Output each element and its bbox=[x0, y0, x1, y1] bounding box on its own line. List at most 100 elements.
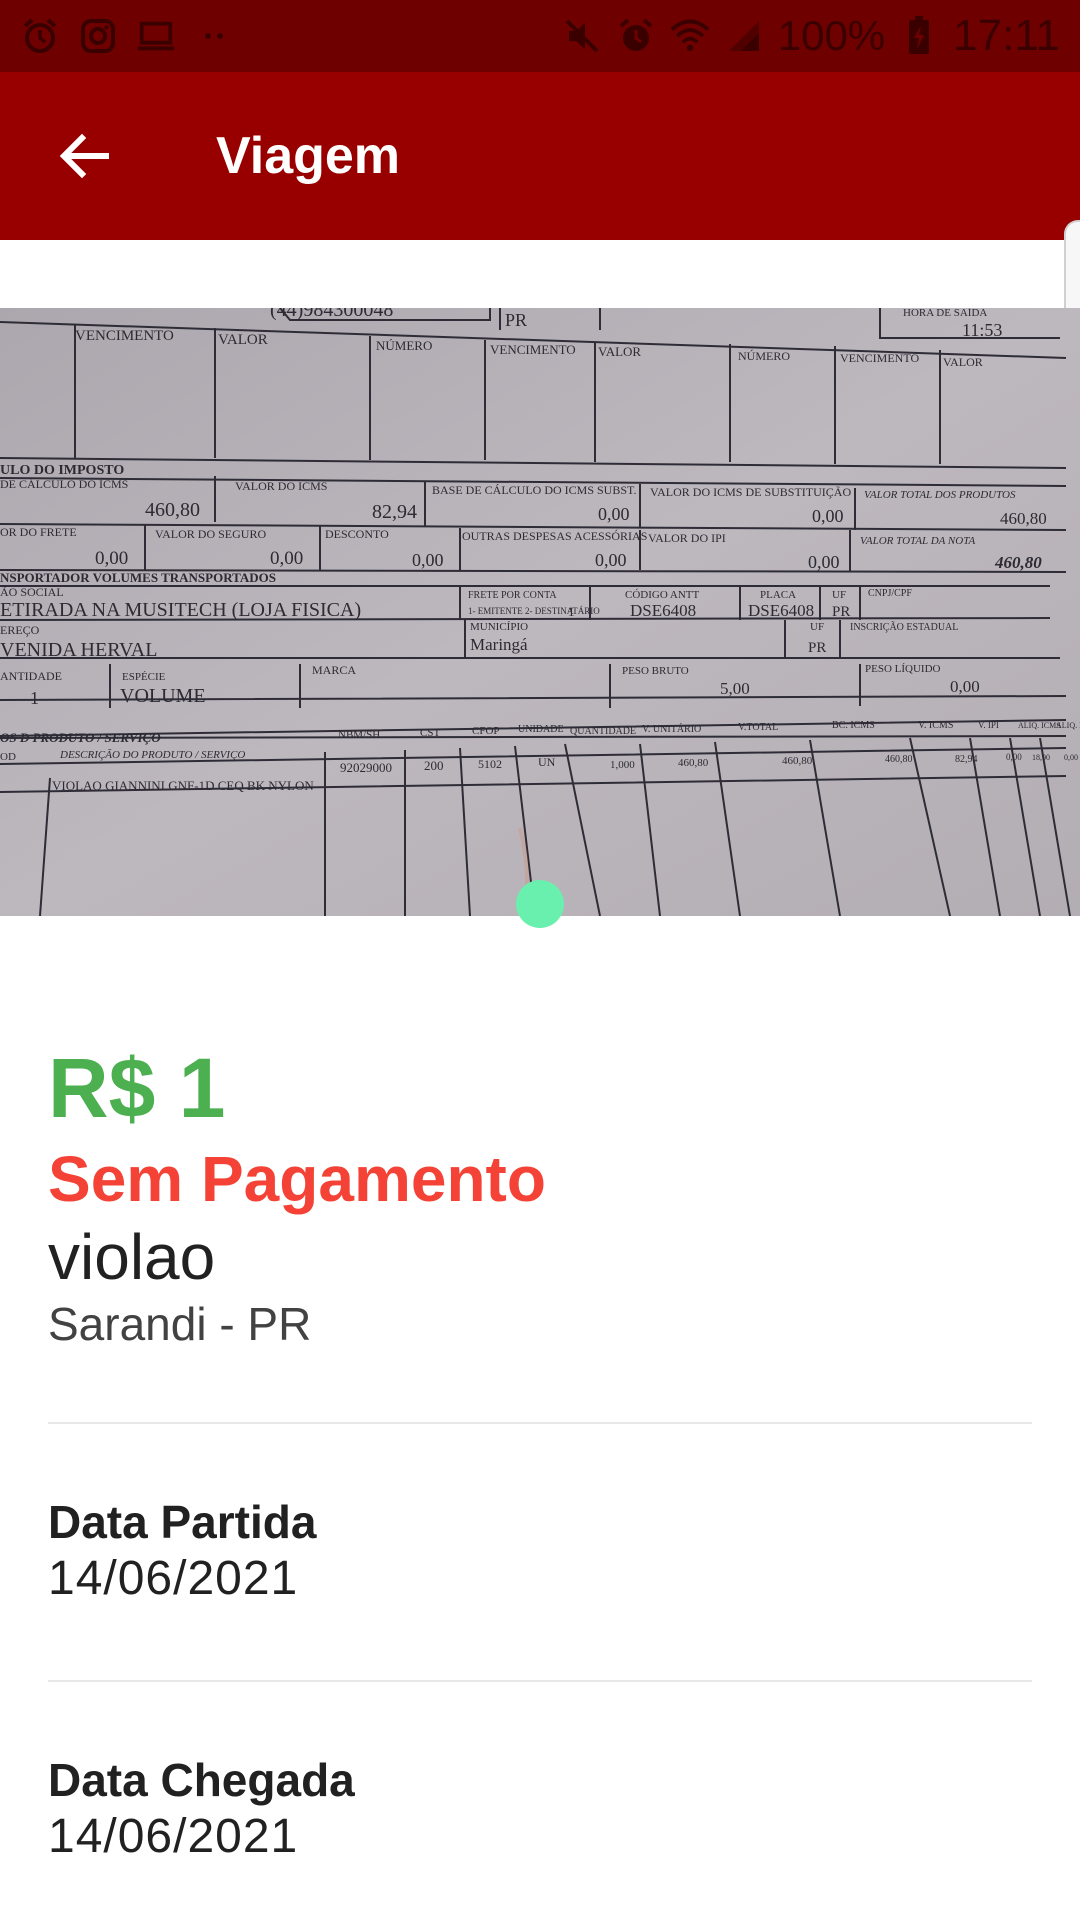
svg-text:11:53: 11:53 bbox=[962, 320, 1002, 340]
svg-text:VENIDA HERVAL: VENIDA HERVAL bbox=[0, 639, 157, 661]
svg-text:0,00: 0,00 bbox=[412, 550, 444, 570]
arrival-date-value: 14/06/2021 bbox=[48, 1810, 299, 1863]
arrival-date-label: Data Chegada bbox=[48, 1754, 355, 1806]
svg-text:V.TOTAL: V.TOTAL bbox=[738, 722, 778, 733]
svg-text:460,80: 460,80 bbox=[885, 754, 913, 765]
svg-text:ETIRADA NA MUSITECH (LOJA FISI: ETIRADA NA MUSITECH (LOJA FISICA) bbox=[0, 599, 361, 621]
svg-text:VENCIMENTO: VENCIMENTO bbox=[75, 328, 174, 344]
svg-text:CÓDIGO ANTT: CÓDIGO ANTT bbox=[625, 589, 700, 601]
svg-text:0,00: 0,00 bbox=[812, 506, 844, 526]
svg-text:0,00: 0,00 bbox=[270, 548, 303, 569]
carousel-page-indicator[interactable] bbox=[516, 880, 564, 928]
alarm-icon bbox=[616, 16, 656, 56]
status-bar: 100% 17:11 bbox=[0, 0, 1080, 72]
svg-text:EREÇO: EREÇO bbox=[0, 623, 40, 637]
svg-text:0,00: 0,00 bbox=[950, 677, 980, 696]
arrow-back-icon bbox=[59, 133, 109, 179]
svg-text:ANTIDADE: ANTIDADE bbox=[0, 669, 62, 683]
svg-text:0,00: 0,00 bbox=[598, 504, 630, 524]
svg-text:460,80: 460,80 bbox=[145, 499, 200, 521]
svg-text:VALOR: VALOR bbox=[218, 332, 268, 348]
battery-charging-icon bbox=[899, 16, 939, 56]
svg-text:ESPÉCIE: ESPÉCIE bbox=[122, 671, 166, 683]
signal-icon bbox=[724, 16, 764, 56]
svg-text:QUANTIDADE: QUANTIDADE bbox=[570, 726, 636, 737]
svg-text:92029000: 92029000 bbox=[340, 760, 392, 775]
svg-text:460,80: 460,80 bbox=[994, 553, 1042, 572]
svg-text:MARCA: MARCA bbox=[312, 663, 356, 677]
svg-text:ULO DO IMPOSTO: ULO DO IMPOSTO bbox=[0, 463, 124, 478]
invoice-photo: (44)984300048 PR HORA DE SAÍDA 11:53 VEN… bbox=[0, 308, 1080, 916]
svg-text:FRETE POR CONTA: FRETE POR CONTA bbox=[468, 590, 557, 601]
svg-text:MUNICÍPIO: MUNICÍPIO bbox=[470, 621, 528, 633]
svg-text:DESCRIÇÃO DO PRODUTO / SERVIÇO: DESCRIÇÃO DO PRODUTO / SERVIÇO bbox=[59, 749, 245, 761]
svg-text:DESCONTO: DESCONTO bbox=[325, 527, 389, 541]
svg-text:1,000: 1,000 bbox=[610, 759, 635, 771]
svg-text:200: 200 bbox=[424, 758, 444, 773]
laptop-icon bbox=[136, 16, 176, 56]
svg-text:NÚMERO: NÚMERO bbox=[738, 349, 790, 363]
svg-text:VOLUME: VOLUME bbox=[120, 685, 206, 707]
svg-text:1: 1 bbox=[568, 604, 575, 619]
svg-text:VALOR TOTAL DOS PRODUTOS: VALOR TOTAL DOS PRODUTOS bbox=[864, 489, 1016, 501]
product-name: violao bbox=[48, 1221, 216, 1293]
svg-text:18,00: 18,00 bbox=[1032, 753, 1050, 762]
svg-text:VALOR TOTAL DA NOTA: VALOR TOTAL DA NOTA bbox=[860, 535, 976, 547]
page-title: Viagem bbox=[216, 127, 401, 185]
svg-text:460,80: 460,80 bbox=[782, 755, 813, 767]
svg-text:BASE DE CÁLCULO DO ICMS SUBST.: BASE DE CÁLCULO DO ICMS SUBST. bbox=[432, 483, 636, 497]
svg-text:82,94: 82,94 bbox=[372, 501, 417, 523]
svg-text:CFOP: CFOP bbox=[472, 725, 500, 737]
svg-text:OR DO FRETE: OR DO FRETE bbox=[0, 525, 77, 539]
svg-text:HORA DE SAÍDA: HORA DE SAÍDA bbox=[903, 308, 987, 319]
clock: 17:11 bbox=[953, 11, 1060, 60]
svg-text:UF: UF bbox=[832, 589, 846, 601]
svg-text:NBM/SH: NBM/SH bbox=[338, 729, 380, 741]
svg-text:NÚMERO: NÚMERO bbox=[376, 338, 432, 353]
app-bar: Viagem bbox=[0, 72, 1080, 240]
svg-text:PESO LÍQUIDO: PESO LÍQUIDO bbox=[865, 663, 941, 675]
svg-text:UNIDADE: UNIDADE bbox=[518, 724, 564, 735]
svg-text:DSE6408: DSE6408 bbox=[630, 601, 696, 620]
svg-text:0,00: 0,00 bbox=[595, 550, 627, 570]
payment-status: Sem Pagamento bbox=[48, 1143, 546, 1215]
svg-text:CST: CST bbox=[420, 727, 440, 739]
svg-text:OD: OD bbox=[0, 751, 16, 763]
svg-text:V. ICMS: V. ICMS bbox=[918, 720, 953, 731]
svg-text:V. UNITÁRIO: V. UNITÁRIO bbox=[642, 723, 701, 735]
svg-text:VIOLAO GIANNINI GNF-1D CEQ BK: VIOLAO GIANNINI GNF-1D CEQ BK NYLON bbox=[52, 778, 314, 793]
svg-text:UF: UF bbox=[810, 621, 824, 633]
svg-text:0,00: 0,00 bbox=[1064, 753, 1078, 762]
svg-text:CNPJ/CPF: CNPJ/CPF bbox=[868, 588, 912, 599]
doc-phone: (44)984300048 bbox=[270, 308, 393, 321]
svg-text:PR: PR bbox=[808, 640, 826, 656]
svg-text:PLACA: PLACA bbox=[760, 589, 796, 601]
svg-text:VALOR DO ICMS DE SUBSTITUIÇÃO: VALOR DO ICMS DE SUBSTITUIÇÃO bbox=[650, 485, 851, 499]
svg-text:VENCIMENTO: VENCIMENTO bbox=[490, 342, 576, 357]
svg-text:VALOR: VALOR bbox=[598, 344, 641, 359]
svg-text:460,80: 460,80 bbox=[1000, 509, 1047, 528]
svg-text:PR: PR bbox=[832, 604, 850, 620]
divider bbox=[48, 1422, 1032, 1424]
svg-text:460,80: 460,80 bbox=[678, 757, 709, 769]
svg-text:OS D PRODUTO / SERVIÇO: OS D PRODUTO / SERVIÇO bbox=[0, 730, 161, 745]
svg-text:ALIQ. ICMS: ALIQ. ICMS bbox=[1018, 721, 1061, 730]
alarm-icon bbox=[20, 16, 60, 56]
svg-text:INSCRIÇÃO ESTADUAL: INSCRIÇÃO ESTADUAL bbox=[850, 621, 958, 633]
wifi-icon bbox=[670, 16, 710, 56]
trip-price: R$ 1 bbox=[48, 1041, 226, 1135]
svg-text:VALOR: VALOR bbox=[943, 355, 983, 369]
svg-text:82,94: 82,94 bbox=[955, 754, 978, 765]
svg-text:DE CÁLCULO DO ICMS: DE CÁLCULO DO ICMS bbox=[0, 477, 128, 491]
back-button[interactable] bbox=[40, 112, 128, 200]
svg-text:5102: 5102 bbox=[478, 757, 502, 771]
svg-text:1- EMITENTE 2- DESTINATÁRIO: 1- EMITENTE 2- DESTINATÁRIO bbox=[468, 606, 600, 616]
svg-text:ALIQ. IPI: ALIQ. IPI bbox=[1056, 721, 1080, 730]
svg-text:DSE6408: DSE6408 bbox=[748, 601, 814, 620]
svg-text:VALOR DO SEGURO: VALOR DO SEGURO bbox=[155, 527, 266, 541]
trip-photo-carousel[interactable]: (44)984300048 PR HORA DE SAÍDA 11:53 VEN… bbox=[0, 308, 1080, 916]
svg-text:VENCIMENTO: VENCIMENTO bbox=[840, 351, 919, 365]
svg-text:0,00: 0,00 bbox=[1006, 752, 1022, 762]
svg-text:NSPORTADOR VOLUMES TRANSPORTAD: NSPORTADOR VOLUMES TRANSPORTADOS bbox=[0, 570, 276, 585]
svg-text:PR: PR bbox=[505, 310, 527, 330]
